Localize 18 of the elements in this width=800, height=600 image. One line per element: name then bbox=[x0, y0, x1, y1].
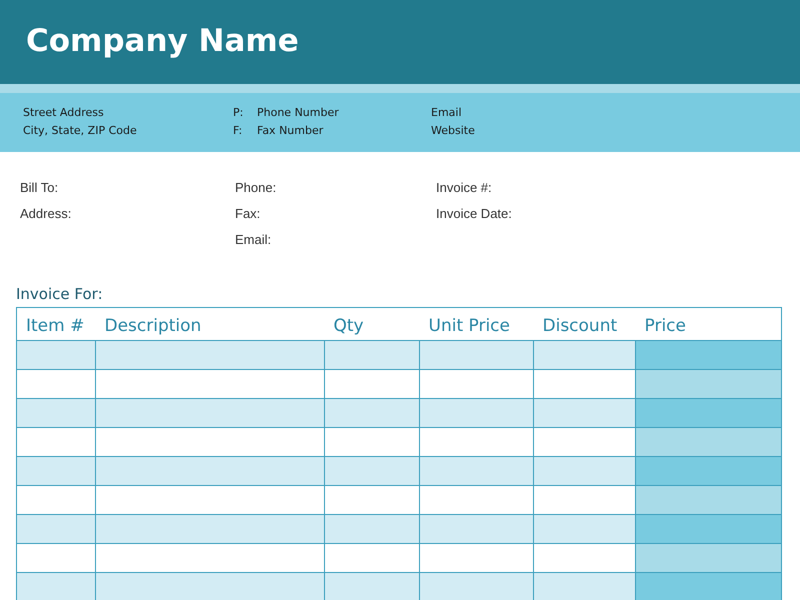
contact-number: Phone Number bbox=[257, 106, 339, 119]
column-header: Price bbox=[636, 308, 782, 340]
web-contact-text: Email bbox=[431, 106, 463, 119]
contact-prefix: P: bbox=[233, 106, 244, 119]
field-label: Bill To: bbox=[20, 180, 60, 195]
address-text: Street Address bbox=[23, 106, 105, 119]
field-label: Invoice #: bbox=[436, 180, 493, 195]
contact-prefix: F: bbox=[233, 124, 244, 137]
field-label: Fax: bbox=[235, 206, 262, 221]
section-title: Invoice For: bbox=[16, 285, 104, 303]
field-label: Phone: bbox=[235, 180, 278, 195]
field-label: Invoice Date: bbox=[436, 206, 512, 221]
company-name: Company Name bbox=[26, 23, 299, 61]
contact-number: Fax Number bbox=[257, 124, 324, 137]
field-label: Address: bbox=[20, 206, 72, 221]
web-contact-text: Website bbox=[431, 124, 475, 137]
field-label: Email: bbox=[235, 232, 272, 247]
address-text: City, State, ZIP Code bbox=[23, 124, 138, 137]
